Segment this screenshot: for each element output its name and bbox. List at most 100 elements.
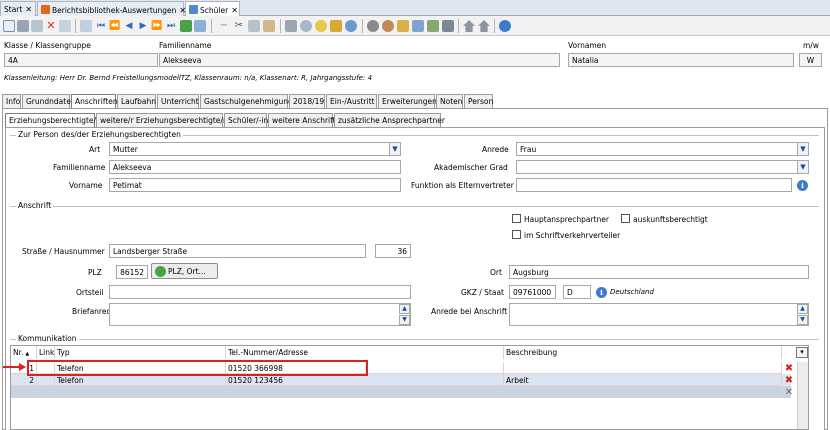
tab-grundndaten[interactable]: Grundndaten (22, 94, 76, 108)
tab-berichtsbibliothek[interactable]: Berichtsbibliothek-Auswertungen ✕ (37, 1, 186, 16)
tab-2018-19[interactable]: 2018/19 (289, 94, 325, 108)
import-icon[interactable] (427, 20, 439, 32)
scroll-down-icon[interactable]: ▼ (797, 315, 808, 325)
clock-icon[interactable] (345, 20, 357, 32)
anrede-anschrift-field[interactable] (509, 303, 809, 326)
plz-field[interactable]: 86152 (116, 265, 148, 279)
tab-gastschulgenehmigung[interactable]: Gastschulgenehmigung (200, 94, 293, 108)
scroll-down-icon[interactable]: ▼ (399, 315, 410, 325)
grid-scrollbar[interactable] (797, 362, 808, 429)
filter-icon[interactable] (442, 20, 454, 32)
hausnummer-field[interactable]: 36 (375, 244, 411, 258)
print-icon[interactable] (285, 20, 297, 32)
table-icon[interactable] (194, 20, 206, 32)
new-row[interactable] (11, 386, 791, 398)
tab-weitere-anschrift[interactable]: weitere Anschrift (268, 113, 336, 127)
akademischer-grad-select[interactable]: ▼ (516, 160, 809, 174)
chevron-down-icon[interactable]: ▼ (389, 143, 400, 155)
column-header-link[interactable]: Link (37, 346, 55, 359)
info-icon[interactable]: i (797, 180, 808, 191)
row-beschreibung[interactable]: Arbeit (504, 374, 782, 386)
tab-zusaetzliche-ansprechpartner[interactable]: zusätzliche Ansprechpartner (334, 113, 445, 127)
tab-start[interactable]: Start ✕ (0, 1, 36, 16)
close-record-icon[interactable] (59, 20, 71, 32)
column-header-tel[interactable]: Tel.-Nummer/Adresse (226, 346, 504, 359)
help-icon[interactable] (499, 20, 511, 32)
tab-noten[interactable]: Noten (436, 94, 463, 108)
ort-field[interactable]: Augsburg (509, 265, 809, 279)
familienname-field[interactable]: Alekseeva (109, 160, 401, 174)
plz-ort-button[interactable]: PLZ, Ort... (151, 263, 218, 279)
staat-field[interactable]: D (563, 285, 591, 299)
info-icon[interactable]: i (596, 287, 607, 298)
settings-icon[interactable] (367, 20, 379, 32)
row-tel[interactable] (226, 386, 504, 398)
next-icon[interactable]: ▶ (137, 20, 149, 32)
chevron-down-icon[interactable]: ▼ (797, 161, 808, 173)
familienname-header-field[interactable]: Alekseeva (159, 53, 560, 67)
vorname-field[interactable]: Petimat (109, 178, 401, 192)
tab-ein-austritt[interactable]: Ein-/Austritt (326, 94, 377, 108)
delete-row-icon[interactable]: ✖ (783, 363, 795, 374)
tab-laufbahn[interactable]: Laufbahn (117, 94, 156, 108)
column-header-nr[interactable]: Nr. ▲ (11, 346, 37, 359)
auskunftsberechtigt-checkbox[interactable] (621, 214, 630, 223)
tab-erziehungsberechtigte[interactable]: Erziehungsberechtigte/r (5, 113, 99, 128)
previous-fast-icon[interactable]: ⏪ (109, 20, 121, 32)
ortsteil-field[interactable] (109, 285, 411, 299)
scroll-up-icon[interactable]: ▲ (797, 304, 808, 314)
close-icon[interactable]: ✕ (25, 5, 32, 14)
tab-unterricht[interactable]: Unterricht (157, 94, 199, 108)
funktion-field[interactable] (516, 178, 792, 192)
klasse-field[interactable]: 4A (4, 53, 158, 67)
previous-icon[interactable]: ◀ (123, 20, 135, 32)
delete-row-icon[interactable]: ✖ (783, 375, 795, 386)
column-header-beschreibung[interactable]: Beschreibung (504, 346, 782, 359)
tab-erweiterungen[interactable]: Erweiterungen (378, 94, 437, 108)
list-icon[interactable] (80, 20, 92, 32)
row-beschreibung[interactable] (504, 362, 782, 374)
next-fast-icon[interactable]: ⏩ (151, 20, 163, 32)
cut-icon[interactable]: ✂ (233, 20, 245, 32)
vornamen-field[interactable]: Natalia (568, 53, 794, 67)
delete-row-icon[interactable]: ✕ (783, 387, 795, 398)
scroll-up-icon[interactable]: ▲ (399, 304, 410, 314)
tab-weitere-erziehungsberechtigte[interactable]: weitere/r Erziehungsberechtigte/r (96, 113, 226, 127)
pencil-icon[interactable] (330, 20, 342, 32)
person-icon[interactable] (382, 20, 394, 32)
hauptansprechpartner-checkbox[interactable] (512, 214, 521, 223)
tab-info[interactable]: Info (2, 94, 21, 108)
strasse-field[interactable]: Landsberger Straße (109, 244, 366, 258)
delete-icon[interactable]: ✕ (45, 20, 57, 32)
save-icon[interactable] (17, 20, 29, 32)
briefanrede-field[interactable] (109, 303, 411, 326)
tab-person[interactable]: Person (464, 94, 493, 108)
minus-icon[interactable]: − (218, 20, 230, 32)
schriftverkehr-checkbox[interactable] (512, 230, 521, 239)
mw-field[interactable]: W (799, 53, 822, 67)
column-header-typ[interactable]: Typ (55, 346, 226, 359)
preview-icon[interactable] (300, 20, 312, 32)
chevron-down-icon[interactable]: ▼ (797, 143, 808, 155)
tab-anschriften[interactable]: Anschriften (71, 94, 118, 109)
tab-schueler[interactable]: Schüler ✕ (185, 1, 240, 16)
column-chooser-icon[interactable]: ▾ (796, 347, 808, 358)
refresh-icon[interactable] (180, 20, 192, 32)
tab-schueler-in[interactable]: Schüler/-in (224, 113, 268, 127)
copy-icon[interactable] (248, 20, 260, 32)
lightbulb-icon[interactable] (315, 20, 327, 32)
home-alt-icon[interactable] (478, 20, 490, 32)
last-record-icon[interactable]: ⏭ (165, 20, 177, 32)
paste-icon[interactable] (263, 20, 275, 32)
export-icon[interactable] (412, 20, 424, 32)
new-icon[interactable] (3, 20, 15, 32)
gkz-field[interactable]: 09761000 (509, 285, 556, 299)
home-icon[interactable] (463, 20, 475, 32)
first-record-icon[interactable]: ⏮ (95, 20, 107, 32)
row-beschreibung[interactable] (504, 386, 782, 398)
undo-icon[interactable] (31, 20, 43, 32)
close-icon[interactable]: ✕ (231, 6, 238, 15)
art-select[interactable]: Mutter ▼ (109, 142, 401, 156)
folder-icon[interactable] (397, 20, 409, 32)
anrede-select[interactable]: Frau ▼ (516, 142, 809, 156)
